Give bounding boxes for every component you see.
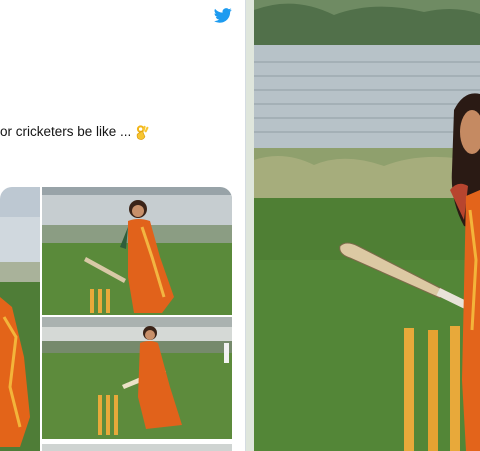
tweet-text: or cricketers be like ...: [0, 124, 132, 139]
tweet-photo-1[interactable]: [0, 187, 40, 451]
tweet-photo-2-image: [42, 187, 232, 315]
tweet-photo-1-image: [0, 187, 40, 451]
tweet-photo-3-image: [42, 317, 232, 439]
tweet-card: or cricketers be like ...: [0, 0, 246, 451]
twitter-bird-icon[interactable]: [214, 8, 232, 23]
tweet-photo-4-image: [42, 444, 232, 451]
expanded-photo-image: [254, 0, 480, 451]
ok-hand-emoji-icon: [136, 125, 149, 140]
tweet-photo-3[interactable]: [42, 317, 232, 439]
tweet-photo-4[interactable]: [42, 441, 232, 451]
tweet-photo-2[interactable]: [42, 187, 232, 315]
expanded-photo[interactable]: [254, 0, 480, 451]
tweet-media-grid: [0, 187, 232, 451]
